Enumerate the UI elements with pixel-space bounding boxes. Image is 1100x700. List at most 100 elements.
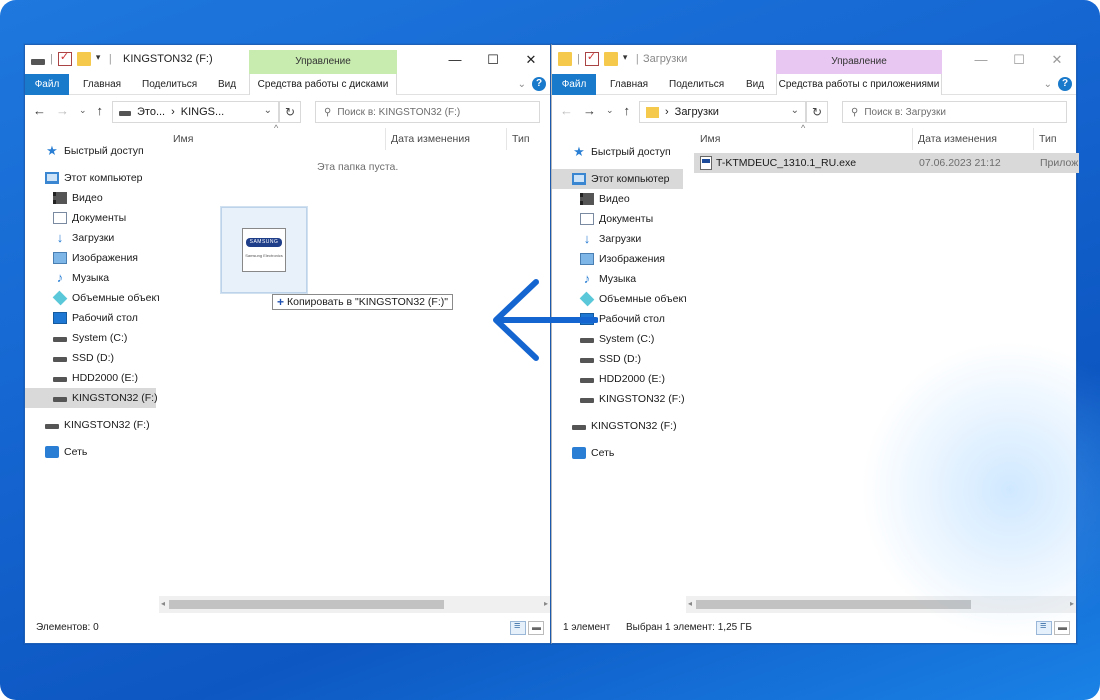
up-icon[interactable]: ↑	[624, 103, 631, 118]
nav-music[interactable]: ♪ Музыка	[53, 268, 109, 288]
horizontal-scrollbar[interactable]: ◂ ▸	[159, 596, 550, 613]
nav-images[interactable]: Изображения	[580, 249, 665, 269]
nav-quick-access[interactable]: ★ Быстрый доступ	[45, 141, 144, 161]
large-icons-view-icon[interactable]	[528, 621, 544, 635]
breadcrumb-part[interactable]: Загрузки	[675, 106, 719, 118]
column-date[interactable]: Дата изменения	[391, 133, 470, 145]
column-name[interactable]: Имя	[700, 133, 720, 145]
explorer-window-downloads[interactable]: | ▾ | Загрузки Управление — ☐ ✕ Файл Гла…	[551, 44, 1079, 644]
up-icon[interactable]: ↑	[97, 103, 104, 118]
back-icon[interactable]: ←	[33, 103, 46, 118]
nav-documents[interactable]: Документы	[580, 209, 653, 229]
nav-drive-e[interactable]: HDD2000 (E:)	[580, 369, 665, 389]
manage-contextual-tab[interactable]: Управление	[776, 50, 942, 74]
nav-drive-f[interactable]: KINGSTON32 (F:)	[25, 388, 158, 408]
details-view-icon[interactable]	[1036, 620, 1052, 635]
scrollbar-thumb[interactable]	[696, 600, 971, 609]
help-icon[interactable]: ?	[532, 77, 546, 91]
file-list[interactable]: ^ Имя Дата изменения Тип Эта папка пуста…	[159, 123, 550, 613]
column-name[interactable]: Имя	[173, 133, 193, 145]
tab-home[interactable]: Главная	[610, 74, 648, 95]
nav-3d-objects[interactable]: Объемные объекты	[52, 288, 159, 308]
help-icon[interactable]: ?	[1058, 77, 1072, 91]
nav-downloads[interactable]: ↓ Загрузки	[580, 229, 642, 249]
breadcrumb-part[interactable]: Это...	[137, 106, 165, 118]
properties-icon[interactable]	[57, 50, 72, 66]
manage-contextual-tab[interactable]: Управление	[249, 50, 397, 74]
nav-video[interactable]: Видео	[580, 189, 630, 209]
maximize-icon[interactable]: ☐	[474, 45, 512, 74]
properties-icon[interactable]	[584, 50, 599, 66]
chevron-down-icon[interactable]: ⌄	[1044, 79, 1052, 90]
tab-view[interactable]: Вид	[218, 74, 236, 95]
nav-drive-f[interactable]: KINGSTON32 (F:)	[580, 389, 685, 409]
nav-this-pc[interactable]: Этот компьютер	[552, 169, 683, 189]
chevron-down-icon[interactable]: ⌄	[791, 105, 799, 116]
nav-video[interactable]: Видео	[53, 188, 103, 208]
refresh-button[interactable]: ↻	[806, 101, 828, 123]
scroll-right-icon[interactable]: ▸	[544, 599, 548, 608]
new-folder-icon[interactable]	[76, 52, 91, 66]
chevron-down-icon[interactable]: ⌄	[264, 105, 272, 116]
nav-kingston-root[interactable]: KINGSTON32 (F:)	[45, 415, 150, 435]
column-type[interactable]: Тип	[1039, 133, 1057, 145]
minimize-icon[interactable]: —	[962, 45, 1000, 74]
refresh-button[interactable]: ↻	[279, 101, 301, 123]
tab-file[interactable]: Файл	[552, 74, 596, 95]
tab-drive-tools[interactable]: Средства работы с дисками	[249, 74, 397, 95]
forward-icon[interactable]: →	[583, 103, 596, 118]
maximize-icon[interactable]: ☐	[1000, 45, 1038, 74]
nav-images[interactable]: Изображения	[53, 248, 138, 268]
tab-file[interactable]: Файл	[25, 74, 69, 95]
search-input[interactable]: ⚲ Поиск в: Загрузки	[842, 101, 1067, 123]
back-icon[interactable]: ←	[560, 103, 573, 118]
title-bar[interactable]: | ▾ | KINGSTON32 (F:) Управление — ☐ ✕	[25, 45, 550, 74]
tab-home[interactable]: Главная	[83, 74, 121, 95]
explorer-window-kingston[interactable]: | ▾ | KINGSTON32 (F:) Управление — ☐ ✕ Ф…	[24, 44, 551, 644]
large-icons-view-icon[interactable]	[1054, 621, 1070, 635]
nav-documents[interactable]: Документы	[53, 208, 126, 228]
file-row[interactable]: T-KTMDEUC_1310.1_RU.exe 07.06.2023 21:12…	[694, 153, 1079, 173]
nav-network[interactable]: Сеть	[572, 443, 614, 463]
tab-app-tools[interactable]: Средства работы с приложениями	[776, 74, 942, 95]
address-breadcrumb[interactable]: › Загрузки ⌄	[639, 101, 806, 123]
chevron-down-icon[interactable]: ⌄	[518, 79, 526, 90]
close-icon[interactable]: ✕	[1038, 45, 1076, 74]
navigation-pane[interactable]: ★ Быстрый доступ Этот компьютер Видео Док…	[25, 126, 159, 613]
title-bar[interactable]: | ▾ | Загрузки Управление — ☐ ✕	[552, 45, 1076, 74]
scroll-right-icon[interactable]: ▸	[1070, 599, 1074, 608]
column-date[interactable]: Дата изменения	[918, 133, 997, 145]
breadcrumb-separator-icon[interactable]: ›	[171, 106, 175, 118]
nav-this-pc[interactable]: Этот компьютер	[45, 168, 143, 188]
column-divider[interactable]	[912, 128, 913, 150]
breadcrumb-part[interactable]: KINGS...	[181, 106, 224, 118]
scroll-left-icon[interactable]: ◂	[161, 599, 165, 608]
nav-network[interactable]: Сеть	[45, 442, 87, 462]
customize-toolbar-icon[interactable]: ▾	[96, 52, 104, 66]
nav-drive-d[interactable]: SSD (D:)	[53, 348, 114, 368]
tab-share[interactable]: Поделиться	[142, 74, 197, 95]
scroll-left-icon[interactable]: ◂	[688, 599, 692, 608]
nav-kingston-root[interactable]: KINGSTON32 (F:)	[572, 416, 677, 436]
close-icon[interactable]: ✕	[512, 45, 550, 74]
forward-icon[interactable]: →	[56, 103, 69, 118]
breadcrumb-separator-icon[interactable]: ›	[665, 106, 669, 118]
nav-drive-c[interactable]: System (C:)	[53, 328, 127, 348]
recent-locations-icon[interactable]: ⌄	[79, 105, 87, 116]
new-folder-icon[interactable]	[603, 52, 618, 66]
address-breadcrumb[interactable]: Это... › KINGS... ⌄	[112, 101, 279, 123]
column-type[interactable]: Тип	[512, 133, 530, 145]
details-view-icon[interactable]	[510, 620, 526, 635]
nav-desktop[interactable]: Рабочий стол	[53, 308, 138, 328]
tab-share[interactable]: Поделиться	[669, 74, 724, 95]
customize-toolbar-icon[interactable]: ▾	[623, 52, 631, 66]
nav-quick-access[interactable]: ★ Быстрый доступ	[572, 142, 671, 162]
nav-downloads[interactable]: ↓ Загрузки	[53, 228, 115, 248]
search-input[interactable]: ⚲ Поиск в: KINGSTON32 (F:)	[315, 101, 540, 123]
tab-view[interactable]: Вид	[746, 74, 764, 95]
navigation-pane[interactable]: ★ Быстрый доступ Этот компьютер Видео Док…	[552, 126, 686, 613]
file-list[interactable]: ^ Имя Дата изменения Тип T-KTMDEUC_1310.…	[686, 123, 1079, 613]
horizontal-scrollbar[interactable]: ◂ ▸	[686, 596, 1076, 613]
column-divider[interactable]	[506, 128, 507, 150]
minimize-icon[interactable]: —	[436, 45, 474, 74]
